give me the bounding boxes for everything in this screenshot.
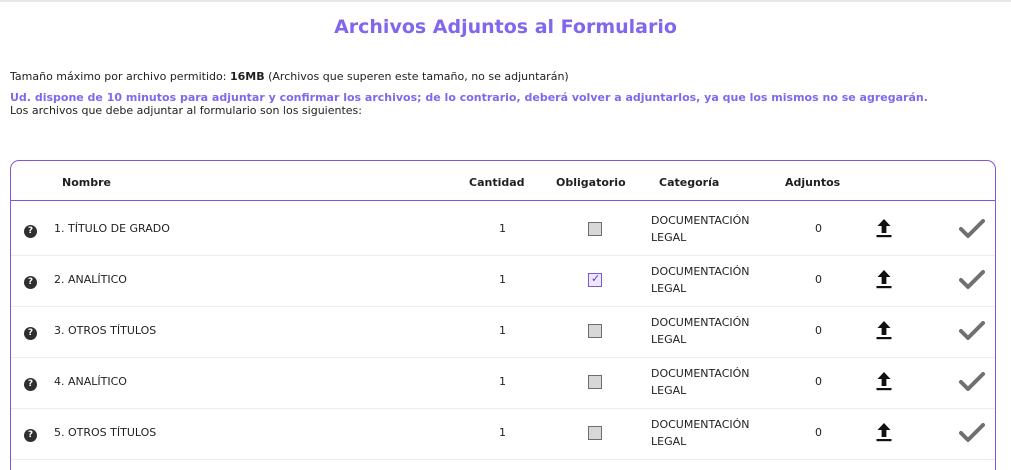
required-checkbox[interactable] <box>588 222 602 236</box>
file-quantity: 1 <box>499 273 506 286</box>
check-icon[interactable] <box>959 270 985 290</box>
question-circle-icon[interactable]: ? <box>24 225 37 238</box>
file-quantity: 1 <box>499 324 506 337</box>
table-row: ? 2. ANALÍTICO 1 DOCUMENTACIÓN LEGAL 0 <box>11 256 995 307</box>
attachments-table: Nombre Cantidad Obligatorio Categoría Ad… <box>10 160 996 470</box>
file-category: DOCUMENTACIÓN LEGAL <box>651 365 781 399</box>
attachment-count: 0 <box>815 273 822 286</box>
question-circle-icon[interactable]: ? <box>24 276 37 289</box>
table-row: ? 4. ANALÍTICO 1 DOCUMENTACIÓN LEGAL 0 <box>11 358 995 409</box>
category-line-1: DOCUMENTACIÓN <box>651 367 750 380</box>
file-name: 2. ANALÍTICO <box>54 273 127 286</box>
size-limit-text: Tamaño máximo por archivo permitido: 16M… <box>10 70 970 83</box>
category-line-2: LEGAL <box>651 435 687 448</box>
upload-icon[interactable] <box>875 422 893 443</box>
category-line-2: LEGAL <box>651 282 687 295</box>
category-line-2: LEGAL <box>651 384 687 397</box>
file-name: 4. ANALÍTICO <box>54 375 127 388</box>
required-files-intro: Los archivos que debe adjuntar al formul… <box>10 104 362 117</box>
file-name: 1. TÍTULO DE GRADO <box>54 222 170 235</box>
question-circle-icon[interactable]: ? <box>24 429 37 442</box>
attachment-count: 0 <box>815 375 822 388</box>
file-category: DOCUMENTACIÓN LEGAL <box>651 263 781 297</box>
question-circle-icon[interactable]: ? <box>24 378 37 391</box>
top-divider <box>0 0 1011 2</box>
size-limit-prefix: Tamaño máximo por archivo permitido: <box>10 70 230 83</box>
size-limit-suffix: (Archivos que superen este tamaño, no se… <box>264 70 569 83</box>
file-name: 3. OTROS TÍTULOS <box>54 324 157 337</box>
table-row: ? 5. OTROS TÍTULOS 1 DOCUMENTACIÓN LEGAL… <box>11 409 995 460</box>
table-row: ? 3. OTROS TÍTULOS 1 DOCUMENTACIÓN LEGAL… <box>11 307 995 358</box>
upload-info: Tamaño máximo por archivo permitido: 16M… <box>10 70 970 117</box>
required-checkbox[interactable] <box>588 272 602 287</box>
file-category: DOCUMENTACIÓN LEGAL <box>651 416 781 450</box>
file-name: 5. OTROS TÍTULOS <box>54 426 157 439</box>
required-checkbox[interactable] <box>588 375 602 389</box>
page-title: Archivos Adjuntos al Formulario <box>334 16 677 38</box>
time-warning: Ud. dispone de 10 minutos para adjuntar … <box>10 91 928 104</box>
table-row: ? 1. TÍTULO DE GRADO 1 DOCUMENTACIÓN LEG… <box>11 205 995 256</box>
upload-icon[interactable] <box>875 320 893 341</box>
attachment-count: 0 <box>815 324 822 337</box>
header-required: Obligatorio <box>556 176 626 189</box>
header-category: Categoría <box>659 176 720 189</box>
file-category: DOCUMENTACIÓN LEGAL <box>651 212 781 246</box>
table-header: Nombre Cantidad Obligatorio Categoría Ad… <box>11 161 995 201</box>
file-quantity: 1 <box>499 222 506 235</box>
attachment-count: 0 <box>815 222 822 235</box>
file-quantity: 1 <box>499 426 506 439</box>
check-icon[interactable] <box>959 321 985 341</box>
upload-icon[interactable] <box>875 371 893 392</box>
question-circle-icon[interactable]: ? <box>24 327 37 340</box>
category-line-2: LEGAL <box>651 231 687 244</box>
category-line-2: LEGAL <box>651 333 687 346</box>
category-line-1: DOCUMENTACIÓN <box>651 418 750 431</box>
category-line-1: DOCUMENTACIÓN <box>651 265 750 278</box>
header-name: Nombre <box>62 176 111 189</box>
upload-icon[interactable] <box>875 269 893 290</box>
header-quantity: Cantidad <box>469 176 525 189</box>
required-checkbox[interactable] <box>588 324 602 338</box>
file-quantity: 1 <box>499 375 506 388</box>
required-checkbox[interactable] <box>588 426 602 440</box>
check-icon[interactable] <box>959 219 985 239</box>
file-category: DOCUMENTACIÓN LEGAL <box>651 314 781 348</box>
check-icon[interactable] <box>959 372 985 392</box>
attachment-count: 0 <box>815 426 822 439</box>
category-line-1: DOCUMENTACIÓN <box>651 316 750 329</box>
size-limit-value: 16MB <box>229 70 265 83</box>
header-attachments: Adjuntos <box>785 176 841 189</box>
check-icon[interactable] <box>959 423 985 443</box>
upload-icon[interactable] <box>875 218 893 239</box>
category-line-1: DOCUMENTACIÓN <box>651 214 750 227</box>
